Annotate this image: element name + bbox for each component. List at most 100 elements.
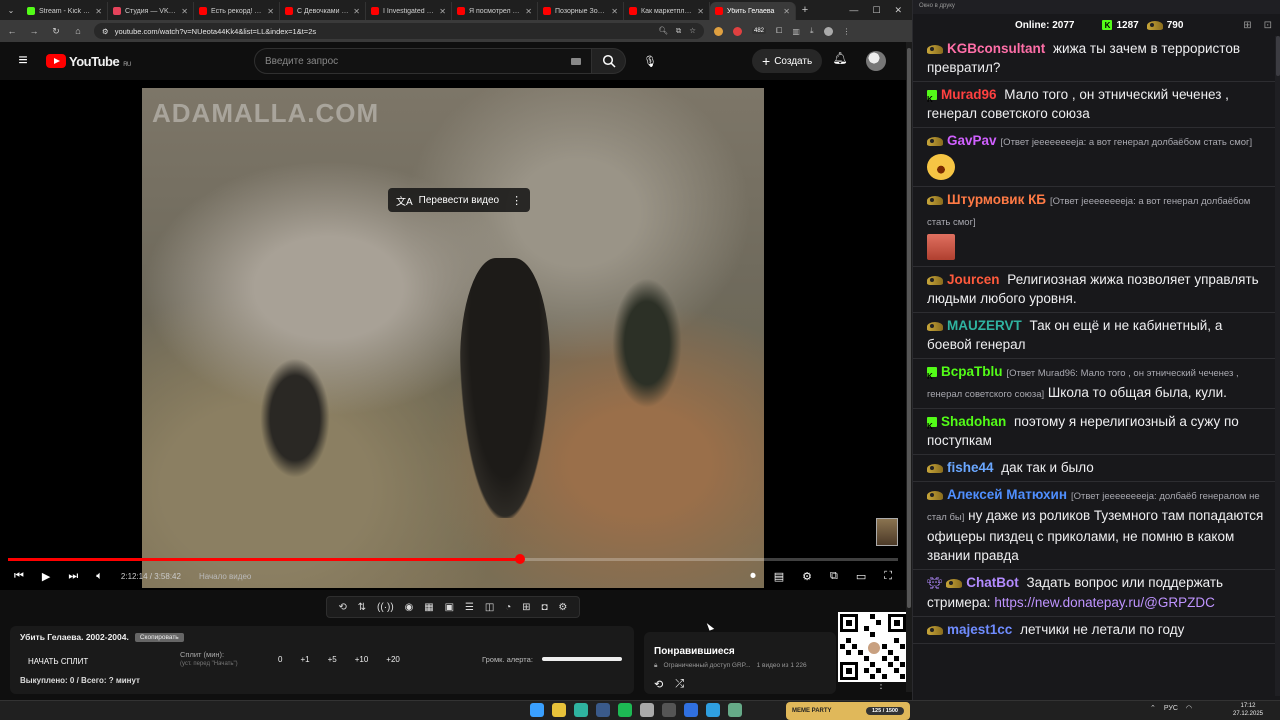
split-value-button[interactable]: +10 bbox=[355, 655, 369, 664]
translate-video-button[interactable]: 文A Перевести видео ⋮ bbox=[388, 188, 531, 212]
spotify-icon[interactable] bbox=[618, 703, 632, 717]
reload-icon[interactable]: ↻ bbox=[50, 26, 62, 37]
chat-username[interactable]: Алексей Матюхин bbox=[947, 487, 1067, 502]
progress-bar[interactable] bbox=[8, 554, 898, 564]
keyboard-icon[interactable] bbox=[571, 57, 581, 65]
browser-tab[interactable]: Я посмотрел все ф ✕ bbox=[452, 2, 538, 20]
maximize-icon[interactable]: ☐ bbox=[872, 5, 880, 16]
language-indicator[interactable]: РУС bbox=[1164, 705, 1178, 712]
site-info-icon[interactable]: ⚙ bbox=[102, 27, 109, 36]
minimize-icon[interactable]: — bbox=[849, 5, 858, 16]
browser-tab[interactable]: Студия — VK Видео ✕ bbox=[108, 2, 194, 20]
add-icon[interactable]: ⊞ bbox=[522, 602, 530, 613]
zoom-icon[interactable]: 🔍︎ bbox=[658, 26, 668, 36]
volume-icon[interactable]: 🔈︎ bbox=[96, 570, 103, 583]
search-button[interactable] bbox=[592, 48, 626, 74]
browser-tab[interactable]: Как маркетплейсы ✕ bbox=[624, 2, 710, 20]
browser-tab[interactable]: Убить Гелаева ✕ bbox=[710, 2, 796, 20]
menu-icon[interactable]: ≡ bbox=[0, 52, 46, 70]
obs-icon[interactable] bbox=[640, 703, 654, 717]
pin-icon[interactable]: ⊞ bbox=[1243, 20, 1251, 31]
close-window-icon[interactable]: ✕ bbox=[894, 5, 902, 16]
start-split-button[interactable]: НАЧАТЬ СПЛИТ bbox=[20, 653, 96, 669]
chat-username[interactable]: GavPav bbox=[947, 133, 997, 148]
loop-playlist-icon[interactable]: ⟲ bbox=[654, 678, 663, 691]
back-icon[interactable]: ← bbox=[6, 26, 18, 36]
home-icon[interactable]: ⌂ bbox=[72, 26, 84, 36]
chat-username[interactable]: fishe44 bbox=[947, 460, 994, 475]
files-icon[interactable] bbox=[728, 703, 742, 717]
alert-volume-slider[interactable] bbox=[542, 657, 622, 661]
youtube-logo[interactable]: YouTube RU bbox=[46, 54, 131, 69]
chart-icon[interactable]: ◫ bbox=[485, 602, 494, 613]
split-value-button[interactable]: +1 bbox=[300, 655, 309, 664]
browser-menu-icon[interactable]: ⋮ bbox=[843, 27, 851, 36]
chat-username[interactable]: Jourcen bbox=[947, 272, 1000, 287]
tab-search-icon[interactable]: ⌄ bbox=[0, 0, 22, 20]
create-button[interactable]: + Создать bbox=[752, 49, 823, 73]
tab-close-icon[interactable]: ✕ bbox=[439, 7, 446, 16]
play-icon[interactable]: ▶ bbox=[42, 570, 50, 583]
camera-icon[interactable]: ◘ bbox=[541, 602, 547, 613]
chrome-icon[interactable] bbox=[552, 703, 566, 717]
tab-close-icon[interactable]: ✕ bbox=[181, 7, 188, 16]
chat-username[interactable]: Murad96 bbox=[941, 87, 997, 102]
browser-tab[interactable]: Позорные Зоозащ ✕ bbox=[538, 2, 624, 20]
bookmark-star-icon[interactable]: ☆ bbox=[689, 26, 696, 36]
vscode-icon[interactable] bbox=[706, 703, 720, 717]
speed-icon[interactable]: ◔ bbox=[505, 602, 511, 613]
fullscreen-icon[interactable]: ⛶ bbox=[884, 570, 892, 583]
split-value-button[interactable]: +20 bbox=[386, 655, 400, 664]
extensions-puzzle-icon[interactable]: ⧠ bbox=[776, 26, 782, 36]
browser-tab[interactable]: С Девочками Бол ✕ bbox=[280, 2, 366, 20]
list-icon[interactable]: ☰ bbox=[465, 602, 474, 613]
chat-username[interactable]: Shadohan bbox=[941, 414, 1006, 429]
next-icon[interactable]: ⏭ bbox=[68, 570, 78, 583]
subtitles-icon[interactable]: ▤ bbox=[774, 570, 784, 583]
microphone-icon[interactable]: 🎙︎ bbox=[638, 50, 662, 72]
miniplayer-icon[interactable]: ⧉ bbox=[830, 570, 838, 583]
network-icon[interactable]: ◠ bbox=[1186, 704, 1192, 712]
search-input[interactable]: Введите запрос bbox=[254, 48, 592, 74]
view-icon[interactable]: ◉ bbox=[405, 602, 414, 613]
broadcast-icon[interactable]: ((·)) bbox=[377, 602, 394, 613]
chapter-label[interactable]: Начало видео bbox=[199, 572, 251, 581]
chat-settings-icon[interactable]: ⊡ bbox=[1264, 20, 1272, 31]
media-player-icon[interactable] bbox=[684, 703, 698, 717]
more-options-icon[interactable]: ⋮ bbox=[511, 194, 522, 207]
chat-link[interactable]: https://new.donatepay.ru/@GRPZDC bbox=[994, 595, 1215, 610]
meme-party-widget[interactable]: MEME PARTY 125 / 1500 bbox=[786, 702, 910, 720]
chat-message-list[interactable]: KGBconsultant жижа ты зачем в террористо… bbox=[913, 36, 1275, 696]
profile-icon[interactable] bbox=[823, 26, 833, 36]
chat-username[interactable]: KGBconsultant bbox=[947, 41, 1045, 56]
extension-icon[interactable] bbox=[714, 26, 723, 36]
sidebar-icon[interactable]: ▥ bbox=[792, 27, 800, 36]
video-frame[interactable]: ADAMALLA.COM bbox=[142, 88, 764, 588]
app-icon[interactable] bbox=[662, 703, 676, 717]
settings-gear-icon[interactable]: ⚙ bbox=[558, 602, 567, 613]
avatar[interactable] bbox=[866, 51, 886, 71]
sort-icon[interactable]: ⇅ bbox=[358, 602, 366, 613]
browser-tab[interactable]: I Investigated Min ✕ bbox=[366, 2, 452, 20]
new-tab-button[interactable]: + bbox=[796, 4, 814, 16]
tab-close-icon[interactable]: ✕ bbox=[783, 7, 790, 16]
download-icon[interactable]: ⤓ bbox=[810, 26, 814, 36]
tab-close-icon[interactable]: ✕ bbox=[95, 7, 102, 16]
calendar-icon[interactable]: ▦ bbox=[424, 602, 433, 613]
split-value-button[interactable]: 0 bbox=[278, 655, 282, 664]
theater-mode-icon[interactable]: ▭ bbox=[856, 570, 866, 583]
url-field[interactable]: ⚙ youtube.com/watch?v=NUeota44Kk4&list=L… bbox=[94, 23, 704, 39]
autoplay-toggle-icon[interactable]: ⏺ bbox=[750, 570, 756, 583]
video-player[interactable]: ADAMALLA.COM 文A Перевести видео ⋮ ⏮ ▶ ⏭ … bbox=[0, 80, 906, 590]
start-menu-icon[interactable] bbox=[530, 703, 544, 717]
tab-close-icon[interactable]: ✕ bbox=[267, 7, 274, 16]
playlist-card[interactable]: Понравившиеся 🔒︎ Ограниченный доступ GRP… bbox=[644, 632, 836, 694]
chat-scrollbar[interactable] bbox=[1275, 36, 1280, 696]
tab-close-icon[interactable]: ✕ bbox=[611, 7, 618, 16]
notifications-bell-icon[interactable]: 🔔︎ bbox=[830, 51, 850, 71]
tab-close-icon[interactable]: ✕ bbox=[697, 7, 704, 16]
chat-username[interactable]: BcpaTblu bbox=[941, 364, 1003, 379]
extension-icon[interactable] bbox=[733, 26, 742, 36]
tab-close-icon[interactable]: ✕ bbox=[353, 7, 360, 16]
copy-badge[interactable]: Скопировать bbox=[134, 632, 184, 642]
